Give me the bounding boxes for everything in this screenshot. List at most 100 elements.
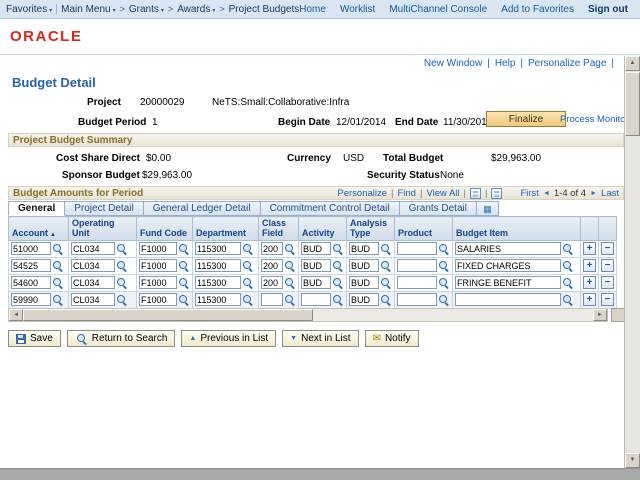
breadcrumb-grants[interactable]: Grants▾ bbox=[129, 4, 164, 15]
lookup-icon[interactable] bbox=[562, 294, 574, 306]
delete-row-button[interactable]: − bbox=[601, 293, 614, 306]
scrollbar-track[interactable] bbox=[313, 309, 593, 321]
personalize-link[interactable]: Personalize bbox=[337, 188, 387, 199]
budget_item-input[interactable] bbox=[455, 276, 561, 289]
vertical-scrollbar-thumb[interactable] bbox=[625, 72, 640, 136]
analysis_type-input[interactable] bbox=[349, 276, 379, 289]
vertical-scrollbar[interactable]: ▲ ▼ bbox=[624, 56, 640, 468]
activity-input[interactable] bbox=[301, 276, 331, 289]
product-input[interactable] bbox=[397, 259, 437, 272]
find-link[interactable]: Find bbox=[397, 188, 415, 199]
lookup-icon[interactable] bbox=[52, 294, 64, 306]
lookup-icon[interactable] bbox=[438, 277, 450, 289]
lookup-icon[interactable] bbox=[332, 277, 344, 289]
lookup-icon[interactable] bbox=[52, 277, 64, 289]
lookup-icon[interactable] bbox=[332, 243, 344, 255]
column-header-account[interactable]: Account▲ bbox=[9, 217, 69, 241]
scroll-right-button[interactable]: ► bbox=[593, 309, 607, 321]
add-row-button[interactable]: + bbox=[583, 259, 596, 272]
column-header-activity[interactable]: Activity bbox=[299, 217, 347, 241]
department-input[interactable] bbox=[195, 276, 241, 289]
fund_code-input[interactable] bbox=[139, 276, 177, 289]
lookup-icon[interactable] bbox=[380, 294, 392, 306]
show-all-columns-icon[interactable]: ▦ bbox=[477, 201, 499, 216]
column-header-budget-item[interactable]: Budget Item bbox=[453, 217, 581, 241]
delete-row-button[interactable]: − bbox=[601, 259, 614, 272]
tab-project-detail[interactable]: Project Detail bbox=[65, 201, 143, 216]
add-to-favorites-link[interactable]: Add to Favorites bbox=[501, 4, 574, 15]
activity-input[interactable] bbox=[301, 293, 331, 306]
multichannel-console-link[interactable]: MultiChannel Console bbox=[389, 4, 487, 15]
next-rows-icon[interactable]: ► bbox=[590, 190, 597, 197]
process-monitor-link[interactable]: Process Monitor bbox=[560, 114, 629, 125]
lookup-icon[interactable] bbox=[178, 294, 190, 306]
product-input[interactable] bbox=[397, 276, 437, 289]
download-grid-icon[interactable] bbox=[470, 188, 481, 199]
lookup-icon[interactable] bbox=[242, 277, 254, 289]
budget_item-input[interactable] bbox=[455, 293, 561, 306]
save-button[interactable]: Save bbox=[8, 330, 61, 347]
tab-grants-detail[interactable]: Grants Detail bbox=[400, 201, 477, 216]
finalize-button[interactable]: Finalize bbox=[486, 111, 566, 127]
tab-general[interactable]: General bbox=[8, 201, 65, 216]
class_field-input[interactable] bbox=[261, 242, 283, 255]
analysis_type-input[interactable] bbox=[349, 293, 379, 306]
lookup-icon[interactable] bbox=[562, 243, 574, 255]
lookup-icon[interactable] bbox=[116, 277, 128, 289]
tab-commitment-control-detail[interactable]: Commitment Control Detail bbox=[261, 201, 400, 216]
lookup-icon[interactable] bbox=[178, 243, 190, 255]
lookup-icon[interactable] bbox=[242, 243, 254, 255]
class_field-input[interactable] bbox=[261, 259, 283, 272]
scroll-left-button[interactable]: ◄ bbox=[9, 309, 23, 321]
horizontal-scrollbar-thumb[interactable] bbox=[23, 309, 313, 321]
operating_unit-input[interactable] bbox=[71, 242, 115, 255]
lookup-icon[interactable] bbox=[116, 243, 128, 255]
previous-in-list-button[interactable]: ▲Previous in List bbox=[181, 330, 276, 347]
lookup-icon[interactable] bbox=[380, 243, 392, 255]
lookup-icon[interactable] bbox=[178, 277, 190, 289]
account-input[interactable] bbox=[11, 259, 51, 272]
department-input[interactable] bbox=[195, 293, 241, 306]
help-link[interactable]: Help bbox=[495, 58, 516, 69]
budget_item-input[interactable] bbox=[455, 259, 561, 272]
first-link[interactable]: First bbox=[520, 188, 538, 199]
column-header-operating-unit[interactable]: Operating Unit bbox=[69, 217, 137, 241]
add-row-button[interactable]: + bbox=[583, 276, 596, 289]
return-to-search-button[interactable]: Return to Search bbox=[67, 330, 176, 347]
lookup-icon[interactable] bbox=[562, 277, 574, 289]
account-input[interactable] bbox=[11, 242, 51, 255]
class_field-input[interactable] bbox=[261, 276, 283, 289]
fund_code-input[interactable] bbox=[139, 259, 177, 272]
budget_item-input[interactable] bbox=[455, 242, 561, 255]
column-header-product[interactable]: Product bbox=[395, 217, 453, 241]
account-input[interactable] bbox=[11, 293, 51, 306]
analysis_type-input[interactable] bbox=[349, 259, 379, 272]
delete-row-button[interactable]: − bbox=[601, 242, 614, 255]
home-link[interactable]: Home bbox=[299, 4, 326, 15]
sign-out-link[interactable]: Sign out bbox=[588, 4, 628, 15]
last-link[interactable]: Last bbox=[601, 188, 619, 199]
breadcrumb-awards[interactable]: Awards▾ bbox=[177, 4, 215, 15]
lookup-icon[interactable] bbox=[284, 277, 296, 289]
delete-row-button[interactable]: − bbox=[601, 276, 614, 289]
column-header-fund-code[interactable]: Fund Code bbox=[137, 217, 193, 241]
column-header-analysis-type[interactable]: Analysis Type bbox=[347, 217, 395, 241]
zoom-grid-icon[interactable] bbox=[491, 188, 502, 199]
previous-rows-icon[interactable]: ◄ bbox=[543, 190, 550, 197]
lookup-icon[interactable] bbox=[380, 277, 392, 289]
lookup-icon[interactable] bbox=[284, 294, 296, 306]
lookup-icon[interactable] bbox=[332, 260, 344, 272]
lookup-icon[interactable] bbox=[284, 243, 296, 255]
lookup-icon[interactable] bbox=[242, 260, 254, 272]
lookup-icon[interactable] bbox=[52, 243, 64, 255]
grid-horizontal-scrollbar[interactable]: ◄ ► bbox=[8, 308, 608, 322]
view-all-link[interactable]: View All bbox=[426, 188, 459, 199]
fund_code-input[interactable] bbox=[139, 242, 177, 255]
column-header-department[interactable]: Department bbox=[193, 217, 259, 241]
add-row-button[interactable]: + bbox=[583, 293, 596, 306]
analysis_type-input[interactable] bbox=[349, 242, 379, 255]
breadcrumb-main-menu[interactable]: Main Menu▾ bbox=[61, 4, 115, 15]
breadcrumb-favorites[interactable]: Favorites▾ bbox=[6, 4, 52, 15]
lookup-icon[interactable] bbox=[178, 260, 190, 272]
column-header-class-field[interactable]: Class Field bbox=[259, 217, 299, 241]
